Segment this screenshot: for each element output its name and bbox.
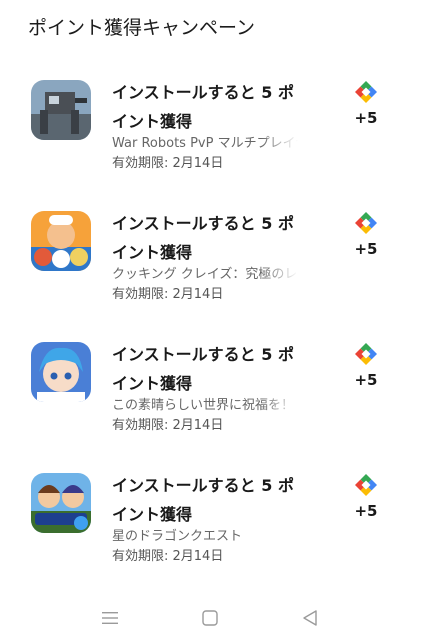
offer-reward: +5: [346, 473, 386, 520]
offer-expiry: 有効期限: 2月14日: [112, 287, 224, 302]
offer-points: +5: [354, 240, 378, 258]
offer-item[interactable]: インストールすると 5 ポイント獲得 この素晴らしい世界に祝福を！ 有効期限: …: [0, 340, 421, 471]
home-button[interactable]: [196, 604, 224, 632]
offer-reward: +5: [346, 211, 386, 258]
dragon-quest-app-icon: [31, 473, 91, 533]
offer-item[interactable]: インストールすると 5 ポイント獲得 War Robots PvP マルチプレイ…: [0, 78, 421, 209]
offer-reward: +5: [346, 80, 386, 127]
offer-expiry: 有効期限: 2月14日: [112, 156, 224, 171]
offer-app-name: この素晴らしい世界に祝福を！: [112, 398, 295, 413]
war-robots-app-icon: [31, 80, 91, 140]
offer-item[interactable]: インストールすると 5 ポイント獲得 星のドラゴンクエスト 有効期限: 2月14…: [0, 471, 421, 602]
offer-title: インストールすると 5 ポイント獲得: [112, 476, 294, 524]
offer-title: インストールすると 5 ポイント獲得: [112, 214, 294, 262]
offer-points: +5: [354, 502, 378, 520]
offer-item[interactable]: インストールすると 5 ポイント獲得 クッキング クレイズ：究極のレストランゲー…: [0, 209, 421, 340]
offer-points: +5: [354, 371, 378, 389]
play-points-diamond-icon: [355, 474, 377, 496]
play-points-diamond-icon: [355, 343, 377, 365]
offer-reward: +5: [346, 342, 386, 389]
offer-title: インストールすると 5 ポイント獲得: [112, 345, 294, 393]
play-points-diamond-icon: [355, 81, 377, 103]
offer-expiry: 有効期限: 2月14日: [112, 549, 224, 564]
back-triangle-icon: [303, 610, 317, 626]
offer-app-name: クッキング クレイズ：究極のレストランゲーム: [112, 267, 298, 282]
offer-app-name: War Robots PvP マルチプレイヤー: [112, 136, 298, 151]
offer-points: +5: [354, 109, 378, 127]
offer-expiry: 有効期限: 2月14日: [112, 418, 224, 433]
back-button[interactable]: [296, 604, 324, 632]
cooking-craze-app-icon: [31, 211, 91, 271]
home-square-icon: [202, 610, 218, 626]
menu-icon: [102, 612, 118, 624]
konosuba-app-icon: [31, 342, 91, 402]
offer-list: インストールすると 5 ポイント獲得 War Robots PvP マルチプレイ…: [0, 78, 421, 602]
play-points-diamond-icon: [355, 212, 377, 234]
offer-title: インストールすると 5 ポイント獲得: [112, 83, 294, 131]
offer-app-name: 星のドラゴンクエスト: [112, 529, 243, 544]
page-title: ポイント獲得キャンペーン: [28, 17, 256, 39]
system-nav-bar: [0, 596, 421, 640]
menu-button[interactable]: [96, 604, 124, 632]
